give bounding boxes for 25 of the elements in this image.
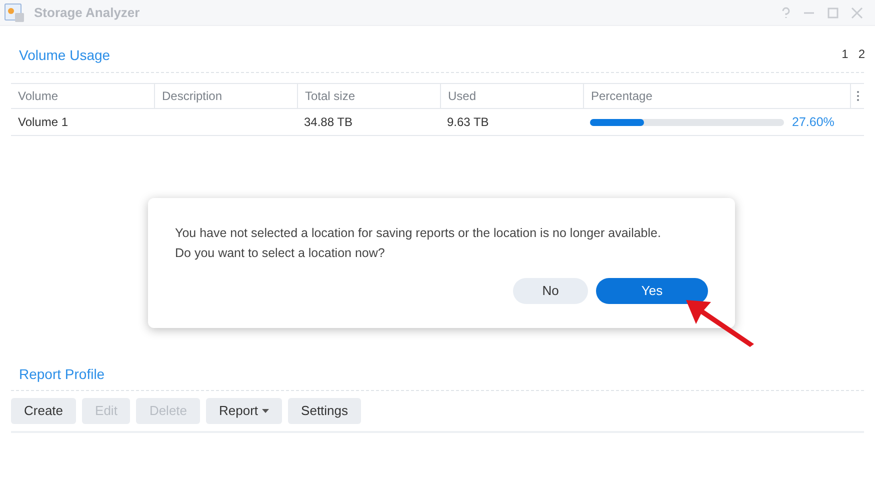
- column-header[interactable]: Description: [154, 84, 297, 108]
- table-cell-text: 9.63 TB: [446, 114, 490, 131]
- toolbar-button[interactable]: Settings: [288, 398, 362, 424]
- page-link[interactable]: 2: [858, 45, 865, 63]
- close-icon[interactable]: [851, 6, 863, 18]
- help-icon[interactable]: [781, 6, 791, 18]
- dialog-button[interactable]: Yes: [596, 278, 708, 304]
- table-cell-text: 34.88 TB: [303, 114, 354, 131]
- section-title: Volume Usage: [19, 47, 110, 63]
- maximize-icon[interactable]: [827, 6, 839, 18]
- column-header[interactable]: Total size: [297, 84, 440, 108]
- page-link[interactable]: 1: [842, 45, 848, 63]
- section-title: Report Profile: [19, 366, 105, 382]
- column-header[interactable]: Volume: [11, 84, 154, 108]
- column-header[interactable]: Used: [440, 84, 583, 108]
- toolbar-button[interactable]: Create: [11, 398, 76, 424]
- column-header[interactable]: Percentage: [583, 84, 850, 108]
- toolbar-button[interactable]: Report: [206, 398, 282, 424]
- dialog-message: You have not selected a location for saving reports or the location is no longer available. Do you want to select a location now?: [175, 225, 662, 262]
- dialog-button[interactable]: No: [513, 278, 588, 304]
- window-title: Storage Analyzer: [34, 4, 140, 22]
- table-cell-text: Volume 1: [17, 114, 70, 131]
- caret-icon: [262, 409, 270, 413]
- app-icon: [4, 2, 26, 22]
- percentage-text: 27.60%: [792, 114, 834, 131]
